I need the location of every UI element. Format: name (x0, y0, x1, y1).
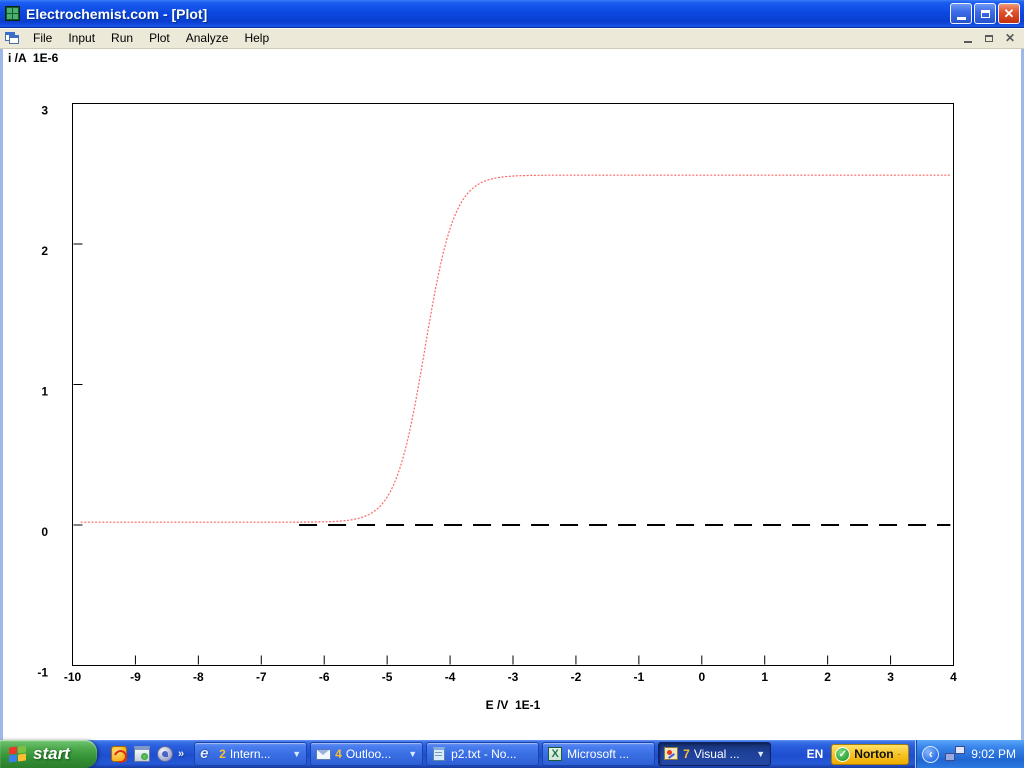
mdi-restore-icon (985, 35, 993, 42)
mdi-minimize-button[interactable] (960, 31, 976, 45)
restore-button[interactable] (974, 3, 996, 24)
task-label: p2.txt - No... (451, 747, 516, 761)
window-titlebar[interactable]: Electrochemist.com - [Plot] ✕ (0, 0, 1024, 28)
outlook-express-icon (316, 747, 331, 761)
chevron-down-icon: ▼ (292, 749, 301, 759)
menu-help[interactable]: Help (236, 29, 277, 47)
excel-icon: X (548, 747, 563, 761)
menu-analyze[interactable]: Analyze (178, 29, 237, 47)
norton-tm-mark: · (898, 750, 901, 759)
norton-check-icon: ✓ (835, 747, 850, 762)
menu-plot[interactable]: Plot (141, 29, 178, 47)
window-title: Electrochemist.com - [Plot] (26, 6, 207, 22)
menu-input[interactable]: Input (60, 29, 103, 47)
client-area (0, 49, 1024, 740)
mdi-close-button[interactable]: ✕ (1002, 31, 1018, 45)
taskbar-button-notepad[interactable]: p2.txt - No... (426, 742, 539, 766)
task-label: Visual ... (694, 747, 740, 761)
quicklaunch-overflow-chevron[interactable]: » (178, 748, 184, 760)
quicklaunch-windows-update-icon[interactable] (134, 746, 150, 762)
app-icon (5, 6, 20, 21)
taskbar-button-outlook-group[interactable]: 4 Outloo... ▼ (310, 742, 423, 766)
start-button[interactable]: start (0, 740, 97, 768)
mdi-restore-button[interactable] (981, 31, 997, 45)
language-indicator[interactable]: EN (799, 747, 832, 761)
restore-icon (981, 10, 990, 18)
minimize-button[interactable] (950, 3, 972, 24)
x-axis-label: E /V 1E-1 (433, 698, 593, 712)
menu-bar: File Input Run Plot Analyze Help ✕ (0, 28, 1024, 49)
close-icon: ✕ (1004, 7, 1015, 20)
visual-studio-icon (664, 747, 679, 761)
start-label: start (33, 744, 70, 764)
group-count: 2 (219, 747, 226, 761)
taskbar-button-visual-group[interactable]: 7 Visual ... ▼ (658, 742, 771, 766)
mdi-minimize-icon (964, 41, 972, 43)
mdi-document-icon[interactable] (5, 32, 19, 44)
task-buttons: e 2 Intern... ▼ 4 Outloo... ▼ p2.txt - N… (194, 742, 771, 766)
task-label: Intern... (230, 747, 271, 761)
norton-badge[interactable]: ✓ Norton · (831, 744, 909, 765)
taskbar-button-internet-explorer-group[interactable]: e 2 Intern... ▼ (194, 742, 307, 766)
taskbar-button-excel[interactable]: X Microsoft ... (542, 742, 655, 766)
mdi-close-icon: ✕ (1005, 32, 1015, 44)
menu-run[interactable]: Run (103, 29, 141, 47)
taskbar: start » e 2 Intern... ▼ 4 Outloo... ▼ p2… (0, 740, 1024, 768)
notepad-icon (432, 747, 447, 761)
windows-logo-icon (9, 746, 28, 763)
menu-file[interactable]: File (25, 29, 60, 47)
screen: { "window": { "title": "Electrochemist.c… (0, 0, 1024, 768)
task-label: Microsoft ... (567, 747, 629, 761)
quicklaunch-messenger-icon[interactable] (157, 746, 173, 762)
group-count: 4 (335, 747, 342, 761)
hide-tray-icons-chevron[interactable]: ‹ (922, 746, 939, 763)
taskbar-clock[interactable]: 9:02 PM (971, 747, 1016, 761)
quicklaunch-media-app-icon[interactable] (111, 746, 127, 762)
chevron-down-icon: ▼ (408, 749, 417, 759)
close-button[interactable]: ✕ (998, 3, 1020, 24)
task-label: Outloo... (346, 747, 391, 761)
internet-explorer-icon: e (200, 747, 215, 761)
system-tray: ‹ 9:02 PM (915, 740, 1024, 768)
network-status-icon[interactable] (945, 746, 965, 762)
y-axis-label: i /A 1E-6 (8, 51, 58, 65)
minimize-icon (957, 17, 966, 20)
chevron-down-icon: ▼ (756, 749, 765, 759)
norton-label: Norton (854, 747, 893, 761)
quick-launch-bar: » (111, 746, 184, 762)
group-count: 7 (683, 747, 690, 761)
